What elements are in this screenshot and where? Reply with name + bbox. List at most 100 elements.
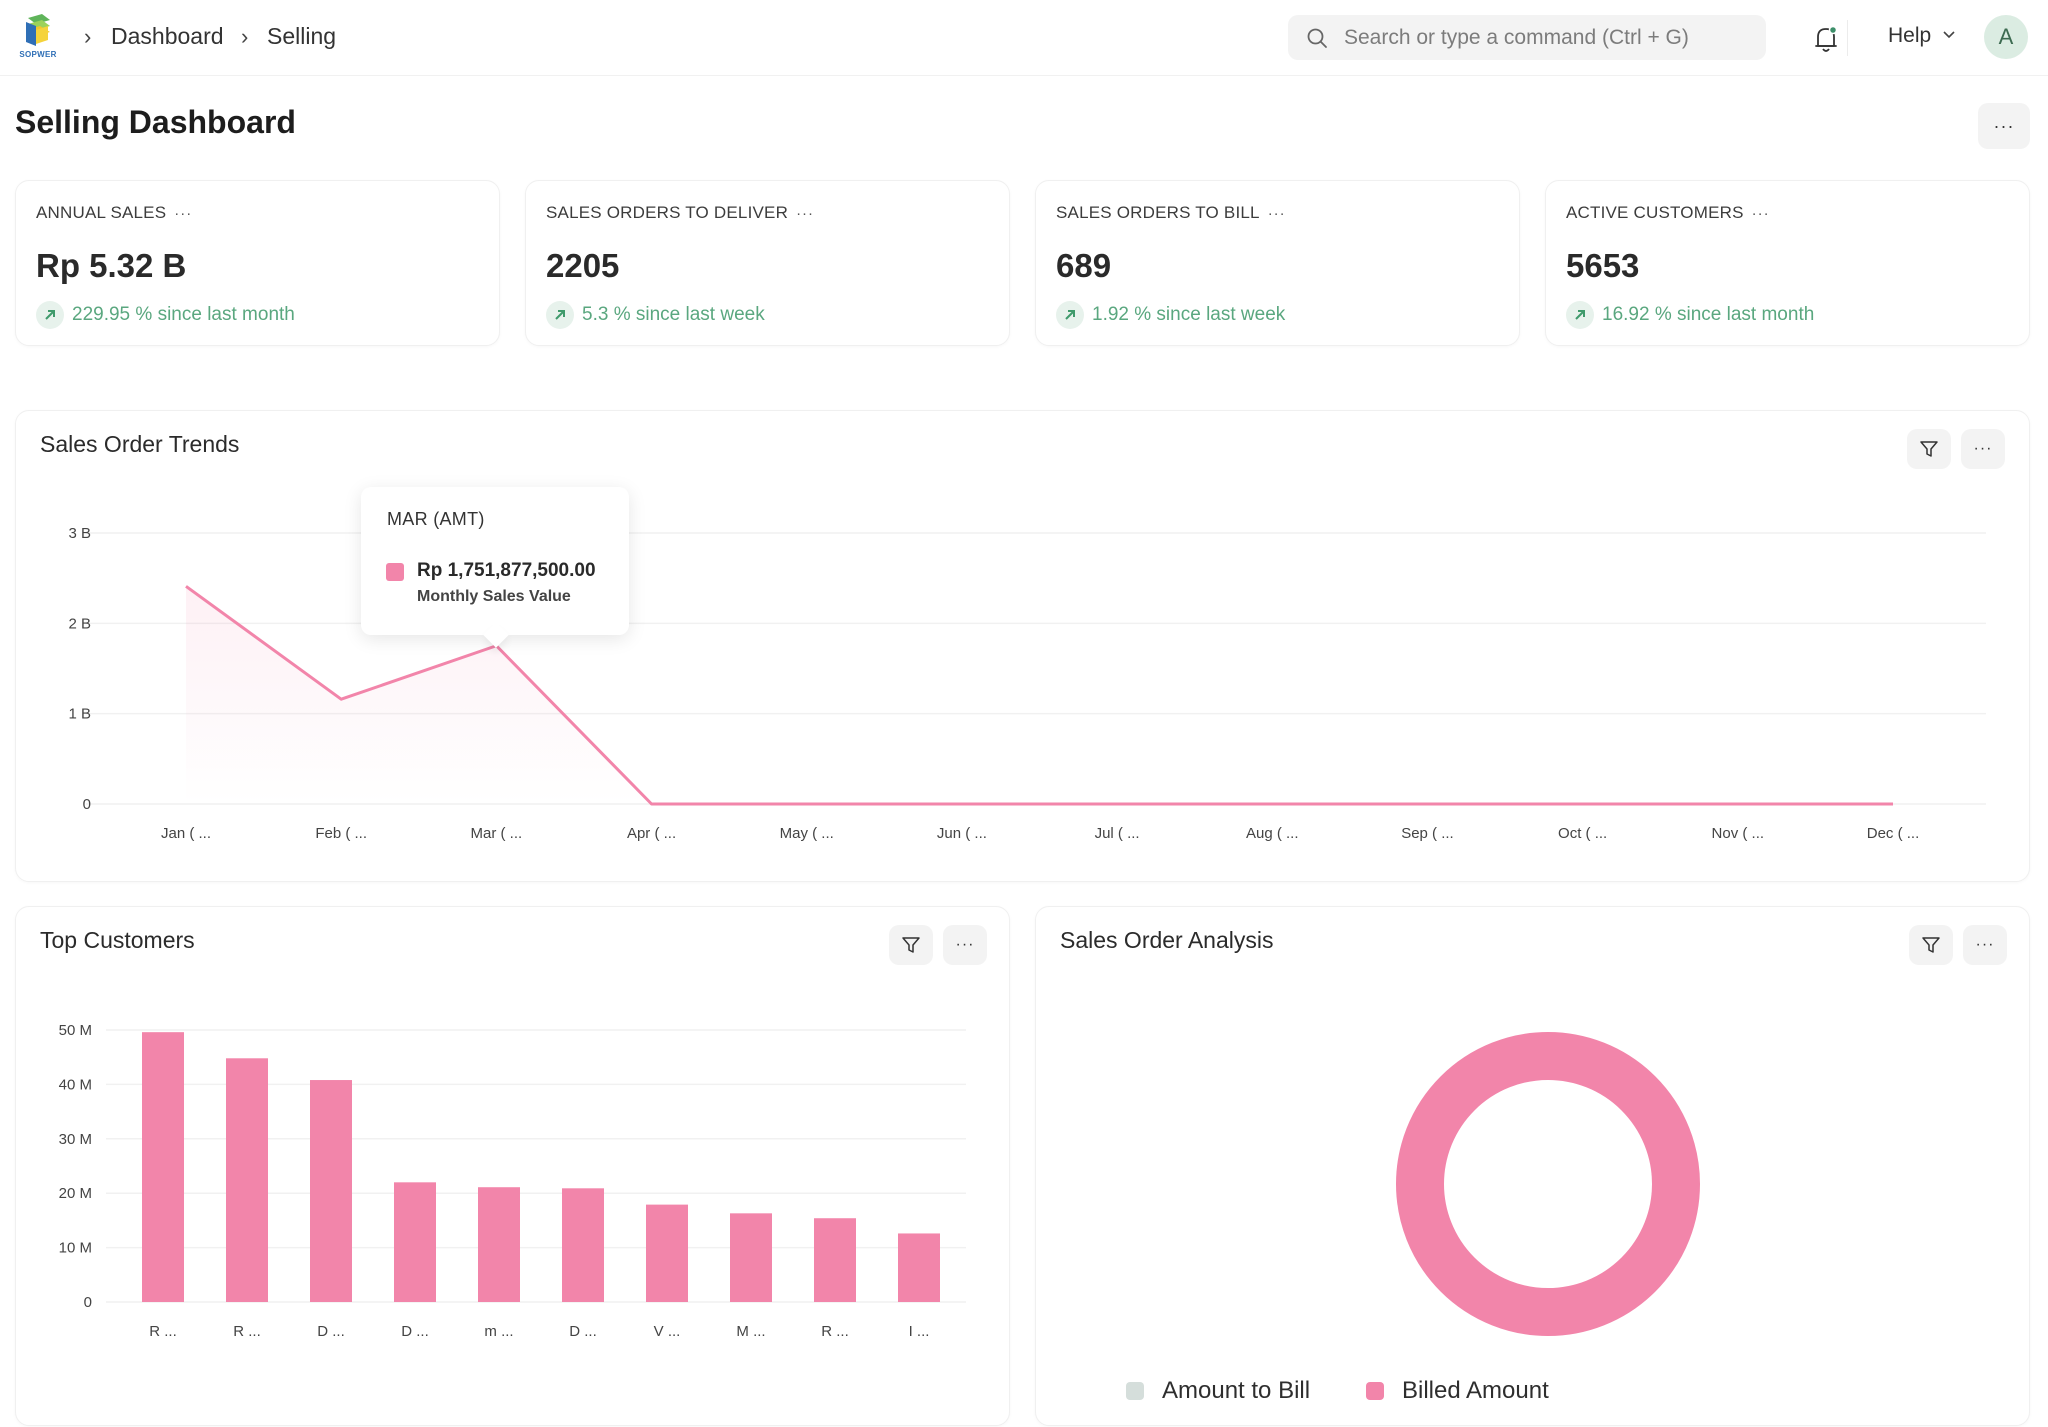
card-menu-button[interactable]: ··· — [1268, 205, 1286, 222]
bar — [142, 1032, 184, 1302]
arrow-up-right-icon — [546, 301, 574, 329]
x-tick-label: Jan ( ... — [161, 825, 211, 842]
y-tick-label: 50 M — [59, 1022, 92, 1039]
bar — [814, 1218, 856, 1302]
x-tick-label: Nov ( ... — [1712, 825, 1765, 842]
legend-swatch — [1366, 1382, 1384, 1400]
number-card-value: 689 — [1056, 247, 1111, 285]
number-card-annual-sales: ANNUAL SALES··· Rp 5.32 B 229.95 % since… — [15, 180, 500, 346]
x-tick-label: May ( ... — [780, 825, 834, 842]
arrow-up-right-icon — [1566, 301, 1594, 329]
x-tick-label: R ... — [149, 1323, 177, 1340]
x-tick-label: D ... — [401, 1323, 429, 1340]
legend-swatch — [1126, 1382, 1144, 1400]
chart-tooltip: MAR (AMT) Rp 1,751,877,500.00 Monthly Sa… — [361, 487, 629, 635]
x-tick-label: I ... — [909, 1323, 930, 1340]
line-chart: 0 1 B 2 B 3 B Jan ( ... Feb ( ... Mar ( ... Apr… — [16, 411, 2031, 883]
x-tick-label: Oct ( ... — [1558, 825, 1607, 842]
notification-bell-icon[interactable] — [1812, 24, 1840, 54]
y-tick-label: 10 M — [59, 1240, 92, 1257]
bar — [730, 1213, 772, 1302]
sales-order-analysis-card: Sales Order Analysis ··· Amount to Bill … — [1035, 906, 2030, 1426]
tooltip-series-name: Monthly Sales Value — [417, 588, 571, 606]
x-tick-label: m ... — [484, 1323, 513, 1340]
bar — [226, 1058, 268, 1302]
trend-text: 5.3 % since last week — [582, 304, 765, 326]
trend-text: 1.92 % since last week — [1092, 304, 1285, 326]
number-card-label: ANNUAL SALES··· — [36, 203, 192, 223]
bar — [478, 1187, 520, 1302]
x-tick-label: Sep ( ... — [1401, 825, 1454, 842]
number-card-value: 5653 — [1566, 247, 1639, 285]
navbar: SOPWER › Dashboard › Selling Help A — [0, 0, 2048, 76]
arrow-up-right-icon — [1056, 301, 1084, 329]
page-menu-button[interactable]: ··· — [1978, 103, 2030, 149]
legend-label: Amount to Bill — [1162, 1377, 1310, 1405]
tooltip-title: MAR (AMT) — [387, 509, 485, 530]
y-tick-label: 0 — [83, 796, 91, 813]
chevron-down-icon[interactable] — [1942, 30, 1956, 40]
logo-icon — [16, 14, 60, 50]
y-tick-label: 30 M — [59, 1131, 92, 1148]
x-tick-label: Dec ( ... — [1867, 825, 1920, 842]
search-icon — [1306, 27, 1328, 49]
x-tick-label: Apr ( ... — [627, 825, 676, 842]
bar — [310, 1080, 352, 1302]
number-card-trend: 5.3 % since last week — [546, 301, 765, 329]
legend-label: Billed Amount — [1402, 1377, 1549, 1405]
number-card-label: SALES ORDERS TO BILL··· — [1056, 203, 1286, 223]
x-tick-label: Feb ( ... — [315, 825, 367, 842]
card-menu-button[interactable]: ··· — [1752, 205, 1770, 222]
tooltip-value: Rp 1,751,877,500.00 — [417, 560, 596, 582]
user-avatar[interactable]: A — [1984, 15, 2028, 59]
x-tick-label: D ... — [569, 1323, 597, 1340]
x-tick-label: Aug ( ... — [1246, 825, 1299, 842]
help-menu[interactable]: Help — [1888, 24, 1931, 48]
x-tick-label: Mar ( ... — [471, 825, 523, 842]
bar — [646, 1205, 688, 1302]
legend-item-billed-amount[interactable]: Billed Amount — [1366, 1377, 1549, 1405]
number-card-value: Rp 5.32 B — [36, 247, 186, 285]
nav-divider — [1847, 20, 1848, 56]
sales-order-trends-card: Sales Order Trends ··· 01 B2 B3 BJan ( .… — [15, 410, 2030, 882]
page-title: Selling Dashboard — [15, 104, 296, 141]
bar-chart: 0 10 M 20 M 30 M 40 M 50 M R ... R ... D ... D ..… — [16, 907, 1011, 1427]
x-tick-label: R ... — [821, 1323, 849, 1340]
app-logo[interactable]: SOPWER — [16, 14, 60, 60]
y-tick-label: 20 M — [59, 1185, 92, 1202]
number-card-label: SALES ORDERS TO DELIVER··· — [546, 203, 814, 223]
bar — [394, 1182, 436, 1302]
card-menu-button[interactable]: ··· — [796, 205, 814, 222]
x-tick-label: R ... — [233, 1323, 261, 1340]
top-customers-card: Top Customers ··· 010 M20 M30 M40 M50 MR… — [15, 906, 1010, 1426]
number-card-label: ACTIVE CUSTOMERS··· — [1566, 203, 1770, 223]
search-bar[interactable] — [1288, 15, 1766, 60]
y-tick-label: 2 B — [68, 615, 91, 632]
breadcrumb-dashboard[interactable]: Dashboard — [111, 23, 224, 50]
x-tick-label: V ... — [654, 1323, 681, 1340]
number-card-active-customers: ACTIVE CUSTOMERS··· 5653 16.92 % since l… — [1545, 180, 2030, 346]
x-tick-label: M ... — [736, 1323, 765, 1340]
logo-text: SOPWER — [16, 50, 60, 59]
bar — [898, 1233, 940, 1302]
y-tick-label: 1 B — [68, 706, 91, 723]
bar — [562, 1188, 604, 1302]
number-card-value: 2205 — [546, 247, 619, 285]
trend-text: 229.95 % since last month — [72, 304, 295, 326]
legend-item-amount-to-bill[interactable]: Amount to Bill — [1126, 1377, 1310, 1405]
number-card-trend: 1.92 % since last week — [1056, 301, 1285, 329]
donut-chart — [1036, 907, 2031, 1427]
number-card-sales-orders-to-deliver: SALES ORDERS TO DELIVER··· 2205 5.3 % si… — [525, 180, 1010, 346]
search-input[interactable] — [1344, 15, 1754, 60]
y-tick-label: 0 — [84, 1294, 92, 1311]
y-tick-label: 3 B — [68, 525, 91, 542]
number-card-trend: 16.92 % since last month — [1566, 301, 1814, 329]
card-menu-button[interactable]: ··· — [174, 205, 192, 222]
arrow-up-right-icon — [36, 301, 64, 329]
number-card-trend: 229.95 % since last month — [36, 301, 295, 329]
y-tick-label: 40 M — [59, 1076, 92, 1093]
chevron-right-icon: › — [84, 24, 91, 50]
number-card-sales-orders-to-bill: SALES ORDERS TO BILL··· 689 1.92 % since… — [1035, 180, 1520, 346]
breadcrumb-selling[interactable]: Selling — [267, 23, 336, 50]
trend-text: 16.92 % since last month — [1602, 304, 1814, 326]
